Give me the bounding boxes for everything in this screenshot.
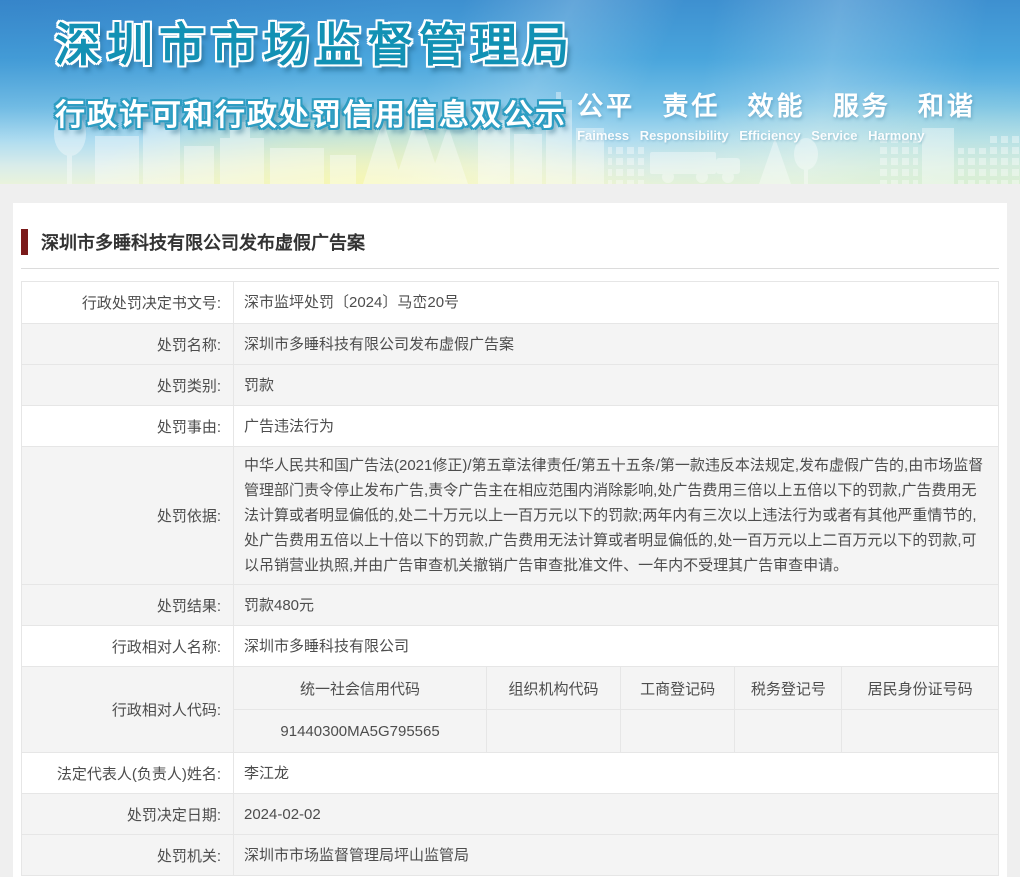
field-value: 深圳市多睡科技有限公司发布虚假广告案 [233,324,998,364]
header-divider [21,268,999,269]
code-value [734,710,841,752]
codes-value-row: 91440300MA5G795565 [234,710,998,752]
field-label: 处罚决定日期: [126,806,221,824]
field-value: 中华人民共和国广告法(2021修正)/第五章法律责任/第五十五条/第一款违反本法… [233,447,998,584]
field-label: 行政相对人代码: [111,702,221,719]
site-subtitle: 行政许可和行政处罚信用信息双公示 [55,99,567,132]
table-row-penalty-result: 处罚结果: 罚款480元 [22,584,998,625]
table-row-counterpart-codes: 行政相对人代码: 统一社会信用代码 组织机构代码 工商登记码 税务登记号 居民身… [22,666,998,752]
penalty-info-table: 行政处罚决定书文号: 深市监坪处罚〔2024〕马峦20号 处罚名称: 深圳市多睡… [21,281,999,876]
code-column-header: 统一社会信用代码 [300,680,421,698]
code-column-header: 居民身份证号码 [841,667,998,709]
field-label: 行政处罚决定书文号: [81,295,221,312]
title-accent-bar [21,228,28,255]
field-label: 处罚结果: [156,597,221,615]
slogan-english: Faimess Responsibility Efficiency Servic… [577,128,925,143]
site-banner: 深圳市市场监督管理局 行政许可和行政处罚信用信息双公示 公平 责任 效能 服务 … [0,0,1020,184]
table-row-legal-representative: 法定代表人(负责人)姓名: 李江龙 [22,752,998,793]
code-value [486,710,620,752]
field-value: 李江龙 [233,753,998,793]
table-row-penalty-basis: 处罚依据: 中华人民共和国广告法(2021修正)/第五章法律责任/第五十五条/第… [22,446,998,584]
field-label: 行政相对人名称: [111,638,221,656]
table-row-counterpart-name: 行政相对人名称: 深圳市多睡科技有限公司 [22,625,998,666]
code-column-header: 税务登记号 [734,667,841,709]
code-value [841,710,998,752]
table-row-penalty-category: 处罚类别: 罚款 [22,364,998,405]
code-column-header: 工商登记码 [619,667,735,709]
field-value: 广告违法行为 [233,406,998,446]
field-value: 罚款480元 [233,585,998,625]
site-title: 深圳市市场监督管理局 [55,19,575,71]
field-label: 处罚名称: [156,336,221,354]
page-background: 深圳市多睡科技有限公司发布虚假广告案 行政处罚决定书文号: 深市监坪处罚〔202… [0,184,1020,877]
field-label: 处罚类别: [156,377,221,395]
field-label: 法定代表人(负责人)姓名: [56,765,221,783]
content-card: 深圳市多睡科技有限公司发布虚假广告案 行政处罚决定书文号: 深市监坪处罚〔202… [13,203,1007,877]
field-value: 深市监坪处罚〔2024〕马峦20号 [233,282,998,323]
field-value: 深圳市市场监督管理局坪山监管局 [233,835,998,875]
table-row-document-number: 行政处罚决定书文号: 深市监坪处罚〔2024〕马峦20号 [22,282,998,323]
code-value: 91440300MA5G795565 [280,722,440,740]
codes-subtable: 统一社会信用代码 组织机构代码 工商登记码 税务登记号 居民身份证号码 9144… [233,667,998,752]
case-title: 深圳市多睡科技有限公司发布虚假广告案 [41,232,365,253]
code-value [619,710,735,752]
table-row-penalty-authority: 处罚机关: 深圳市市场监督管理局坪山监管局 [22,834,998,875]
field-label: 处罚依据: [156,508,221,525]
field-value: 深圳市多睡科技有限公司 [233,626,998,666]
case-header: 深圳市多睡科技有限公司发布虚假广告案 [21,228,999,255]
codes-header-row: 统一社会信用代码 组织机构代码 工商登记码 税务登记号 居民身份证号码 [234,667,998,710]
code-column-header: 组织机构代码 [486,667,620,709]
field-label: 处罚机关: [156,847,221,865]
table-row-penalty-name: 处罚名称: 深圳市多睡科技有限公司发布虚假广告案 [22,323,998,364]
slogan-chinese: 公平 责任 效能 服务 和谐 [577,91,976,121]
field-label: 处罚事由: [156,418,221,436]
field-value: 2024-02-02 [233,794,998,834]
table-row-decision-date: 处罚决定日期: 2024-02-02 [22,793,998,834]
table-row-penalty-reason: 处罚事由: 广告违法行为 [22,405,998,446]
field-value: 罚款 [233,365,998,405]
